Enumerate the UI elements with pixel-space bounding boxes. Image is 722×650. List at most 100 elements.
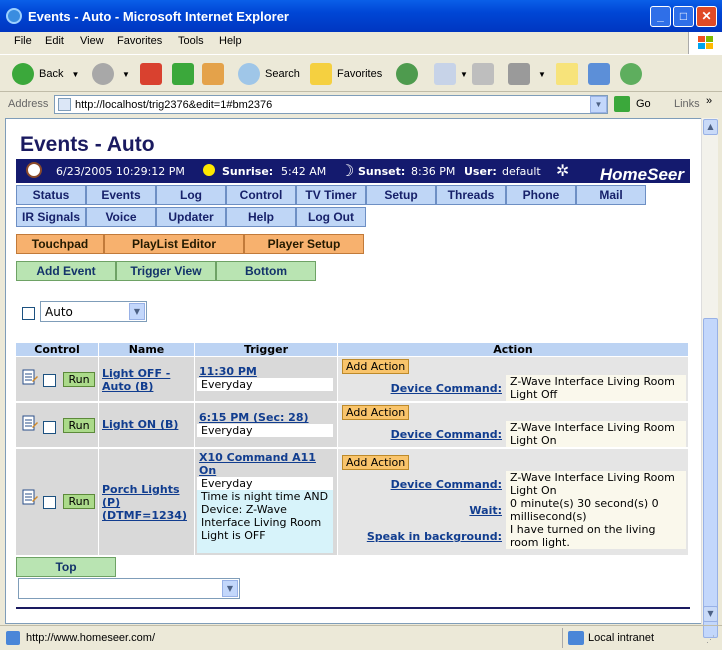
back-arrow-icon xyxy=(12,63,34,85)
minimize-button[interactable]: _ xyxy=(650,6,671,27)
action-value: Z-Wave Interface Living Room Light On xyxy=(506,421,686,447)
add-action-button[interactable]: Add Action xyxy=(342,359,410,374)
event-name-link[interactable]: Porch Lights (P) (DTMF=1234) xyxy=(102,483,194,522)
action-label-link[interactable]: Device Command: xyxy=(346,428,502,441)
resize-grip-icon[interactable]: ⋰ xyxy=(706,634,715,645)
nav-voice[interactable]: Voice xyxy=(86,207,156,227)
event-name-link[interactable]: Light ON (B) xyxy=(102,418,178,431)
add-action-button[interactable]: Add Action xyxy=(342,455,410,470)
chevron-right-icon[interactable]: » xyxy=(706,95,712,107)
trigger-link[interactable]: 11:30 PM xyxy=(199,365,257,378)
menu-file[interactable]: File xyxy=(14,35,32,47)
edit-button[interactable]: ▼ xyxy=(508,61,546,87)
sunrise-label: Sunrise: xyxy=(222,165,274,178)
action-label-link[interactable]: Device Command: xyxy=(346,478,502,491)
nav-events[interactable]: Events xyxy=(86,185,156,205)
menu-view[interactable]: View xyxy=(80,35,104,47)
history-button[interactable] xyxy=(396,61,418,87)
toolbar: Back ▼ ▼ Search Favorites ▼ ▼ xyxy=(0,54,722,92)
run-button[interactable]: Run xyxy=(63,418,95,433)
page-title: Events - Auto xyxy=(20,133,155,156)
address-bar: Address http://localhost/trig2376&edit=1… xyxy=(0,93,722,117)
links-label[interactable]: Links xyxy=(674,98,700,110)
event-jump-select[interactable]: ▼ xyxy=(18,578,240,599)
nav-phone[interactable]: Phone xyxy=(506,185,576,205)
chevron-down-icon: ▼ xyxy=(129,303,145,320)
stop-icon xyxy=(140,63,162,85)
favorites-button[interactable]: Favorites xyxy=(310,61,382,87)
search-button[interactable]: Search xyxy=(238,61,300,87)
event-name-link[interactable]: Light OFF - Auto (B) xyxy=(102,367,190,393)
trigger-link[interactable]: 6:15 PM (Sec: 28) xyxy=(199,411,309,424)
action-value: 0 minute(s) 30 second(s) 0 millisecond(s… xyxy=(506,497,686,523)
chevron-down-icon: ▼ xyxy=(460,69,468,79)
edit-document-icon[interactable] xyxy=(22,489,38,506)
trigger-link[interactable]: X10 Command A11 On xyxy=(199,451,327,477)
action-label-link[interactable]: Speak in background: xyxy=(346,530,502,543)
maximize-button[interactable]: □ xyxy=(673,6,694,27)
back-button[interactable]: Back ▼ xyxy=(12,61,79,87)
nav-player-setup[interactable]: Player Setup xyxy=(244,234,364,254)
col-name: Name xyxy=(99,343,194,356)
nav-setup[interactable]: Setup xyxy=(366,185,436,205)
event-checkbox[interactable] xyxy=(43,496,56,509)
scroll-thumb[interactable] xyxy=(703,318,718,638)
research-button[interactable] xyxy=(588,61,610,87)
edit-icon xyxy=(508,63,530,85)
messenger-button[interactable] xyxy=(620,61,642,87)
top-button[interactable]: Top xyxy=(16,557,116,577)
refresh-button[interactable] xyxy=(172,61,194,87)
bottom-button[interactable]: Bottom xyxy=(216,261,316,281)
edit-document-icon[interactable] xyxy=(22,369,38,386)
bottom-divider xyxy=(16,607,690,609)
run-button[interactable]: Run xyxy=(63,494,95,509)
discuss-button[interactable] xyxy=(556,61,578,87)
stop-button[interactable] xyxy=(140,61,162,87)
event-checkbox[interactable] xyxy=(43,374,56,387)
sunset-time: 8:36 PM xyxy=(411,165,456,178)
windows-flag-icon xyxy=(688,32,722,54)
ie-logo-icon xyxy=(6,8,22,24)
close-button[interactable]: ✕ xyxy=(696,6,717,27)
print-button[interactable] xyxy=(472,61,494,87)
trigger-view-button[interactable]: Trigger View xyxy=(116,261,216,281)
nav-status[interactable]: Status xyxy=(16,185,86,205)
go-button[interactable]: Go xyxy=(614,96,651,112)
menu-edit[interactable]: Edit xyxy=(45,35,64,47)
nav-log-out[interactable]: Log Out xyxy=(296,207,366,227)
sun-icon xyxy=(203,164,215,176)
forward-button[interactable]: ▼ xyxy=(92,61,130,87)
nav-touchpad[interactable]: Touchpad xyxy=(16,234,104,254)
event-checkbox[interactable] xyxy=(43,421,56,434)
nav-mail[interactable]: Mail xyxy=(576,185,646,205)
nav-playlist-editor[interactable]: PlayList Editor xyxy=(104,234,244,254)
nav-updater[interactable]: Updater xyxy=(156,207,226,227)
group-select[interactable]: Auto ▼ xyxy=(40,301,147,322)
menu-help[interactable]: Help xyxy=(219,35,242,47)
vertical-scrollbar[interactable]: ▲ ▼ xyxy=(701,118,718,638)
add-event-button[interactable]: Add Event xyxy=(16,261,116,281)
edit-document-icon[interactable] xyxy=(22,415,38,432)
group-checkbox[interactable] xyxy=(22,307,35,320)
scroll-down-icon[interactable]: ▼ xyxy=(703,606,718,622)
scroll-up-icon[interactable]: ▲ xyxy=(703,119,718,135)
add-action-button[interactable]: Add Action xyxy=(342,405,410,420)
menu-favorites[interactable]: Favorites xyxy=(117,35,162,47)
nav-help[interactable]: Help xyxy=(226,207,296,227)
nav-tv-timer[interactable]: TV Timer xyxy=(296,185,366,205)
run-button[interactable]: Run xyxy=(63,372,95,387)
window-title: Events - Auto - Microsoft Internet Explo… xyxy=(28,9,289,24)
nav-log[interactable]: Log xyxy=(156,185,226,205)
nav-control[interactable]: Control xyxy=(226,185,296,205)
address-input[interactable]: http://localhost/trig2376&edit=1#bm2376 … xyxy=(54,95,608,114)
nav-ir-signals[interactable]: IR Signals xyxy=(16,207,86,227)
user-name: default xyxy=(502,165,541,178)
home-button[interactable] xyxy=(202,61,224,87)
chevron-down-icon[interactable]: ▼ xyxy=(590,96,607,113)
nav-threads[interactable]: Threads xyxy=(436,185,506,205)
menu-tools[interactable]: Tools xyxy=(178,35,204,47)
action-label-link[interactable]: Wait: xyxy=(346,504,502,517)
action-label-link[interactable]: Device Command: xyxy=(346,382,502,395)
home-icon xyxy=(202,63,224,85)
mail-button[interactable]: ▼ xyxy=(434,61,468,87)
